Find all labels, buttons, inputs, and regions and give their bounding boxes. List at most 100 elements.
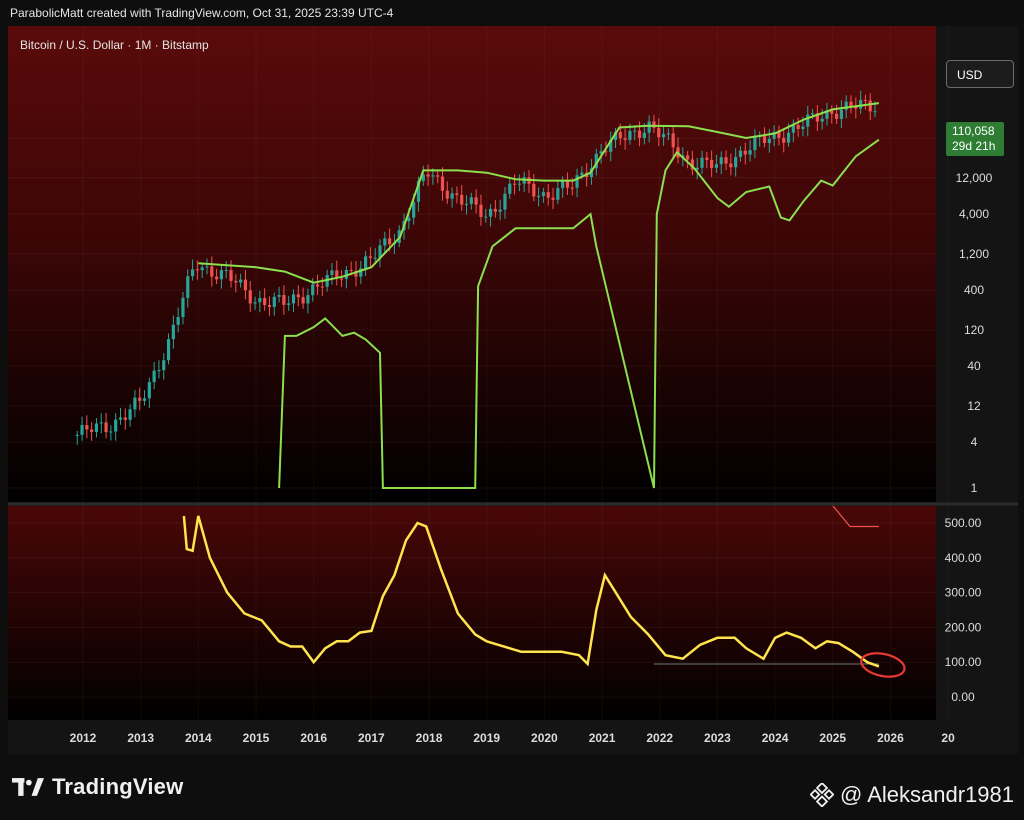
candle-body	[195, 269, 199, 271]
candle-body	[166, 339, 171, 361]
price-tick-label: 400	[964, 283, 984, 297]
tradingview-logo[interactable]: TradingView	[12, 774, 183, 800]
brand-name: TradingView	[52, 774, 184, 799]
time-axis[interactable]: 2012 2013 2014 2015 2016 2017 2018 2019 2020 2021…	[70, 731, 955, 745]
candle-body	[541, 192, 546, 196]
bar-countdown: 29d 21h	[952, 139, 996, 153]
candle-body	[85, 425, 89, 430]
candle-body	[652, 121, 656, 128]
candle-body	[484, 216, 488, 218]
oscillator-axis[interactable]: 0.00 100.00 200.00 300.00 400.00 500.00	[945, 516, 982, 704]
price-tick-label: 40	[967, 359, 981, 373]
candle-body	[296, 294, 300, 298]
candle-body	[75, 434, 79, 436]
tradingview-logo-icon	[12, 778, 44, 796]
time-tick-label: 2024	[762, 731, 789, 745]
candle-body	[234, 280, 238, 283]
candle-body	[320, 286, 324, 288]
candle-body	[330, 270, 334, 275]
candle-body	[118, 417, 123, 420]
candle-body	[181, 297, 185, 317]
candle-body	[714, 164, 719, 168]
time-tick-label: 2014	[185, 731, 212, 745]
candle-body	[263, 298, 267, 306]
time-tick-label: 2022	[646, 731, 673, 745]
candle-body	[479, 204, 483, 217]
candle-body	[445, 190, 449, 199]
candle-body	[210, 266, 214, 277]
candle-body	[243, 279, 248, 291]
time-tick-label: 2015	[243, 731, 270, 745]
candle-body	[839, 109, 843, 119]
candle-body	[859, 99, 863, 109]
candle-body	[551, 197, 555, 200]
time-tick-label: 2020	[531, 731, 558, 745]
candle-body	[147, 382, 151, 399]
time-tick-label: 2017	[358, 731, 385, 745]
candle-body	[705, 157, 709, 160]
time-tick-label: 2018	[416, 731, 443, 745]
candle-body	[224, 269, 228, 271]
attribution-text: ParabolicMatt created with TradingView.c…	[10, 6, 394, 20]
candle-body	[623, 138, 627, 140]
candle-body	[580, 172, 584, 176]
price-tick-label: 4	[971, 435, 978, 449]
candle-body	[176, 316, 180, 325]
candle-body	[782, 137, 786, 143]
chart-canvas[interactable]: 1412401204001,2004,00012,00040,000 0.001…	[8, 26, 1018, 754]
candle-body	[282, 295, 286, 305]
price-tick-label: 12,000	[956, 171, 993, 185]
time-tick-label: 2013	[127, 731, 154, 745]
candle-body	[277, 295, 281, 297]
candle-body	[267, 305, 272, 307]
candle-body	[171, 324, 175, 340]
currency-button[interactable]: USD	[946, 60, 1014, 88]
candle-body	[671, 133, 675, 148]
candle-body	[575, 175, 579, 188]
candle-body	[561, 181, 565, 189]
candle-body	[873, 111, 877, 113]
chart-frame: 1412401204001,2004,00012,00040,000 0.001…	[8, 26, 1018, 754]
candle-body	[810, 113, 815, 115]
candle-body	[474, 197, 478, 205]
candle-body	[834, 113, 839, 119]
candle-body	[123, 417, 127, 420]
candle-body	[200, 267, 204, 271]
candle-body	[642, 132, 646, 138]
candle-body	[806, 114, 810, 127]
candle-body	[493, 208, 497, 212]
candle-body	[373, 257, 377, 259]
candle-body	[215, 276, 219, 280]
candle-body	[253, 302, 257, 304]
candle-body	[753, 137, 757, 151]
candle-body	[315, 284, 320, 287]
candle-body	[863, 99, 868, 101]
candle-body	[469, 197, 473, 204]
candle-body	[190, 269, 195, 277]
candle-body	[301, 297, 305, 304]
price-axis[interactable]: 1412401204001,2004,00012,00040,000	[956, 131, 993, 495]
candle-body	[162, 360, 166, 371]
candle-body	[738, 150, 743, 157]
candle-body	[128, 409, 132, 420]
candle-body	[503, 193, 507, 210]
last-price-label: 110,058 29d 21h	[946, 122, 1004, 156]
candle-body	[546, 192, 550, 198]
candle-body	[767, 138, 771, 144]
candle-body	[450, 193, 454, 199]
price-pane-background	[8, 26, 936, 502]
candle-body	[109, 431, 113, 433]
candle-body	[114, 419, 118, 432]
candle-body	[383, 238, 387, 246]
time-tick-label: 2012	[70, 731, 97, 745]
time-tick-label: 2025	[819, 731, 846, 745]
candle-body	[205, 266, 209, 268]
candle-body	[287, 303, 291, 305]
binance-diamond-icon	[809, 783, 834, 807]
time-tick-label: 2023	[704, 731, 731, 745]
candle-body	[796, 124, 800, 129]
candle-body	[363, 256, 368, 269]
osc-tick-label: 300.00	[945, 586, 982, 600]
candle-body	[537, 195, 541, 197]
price-tick-label: 120	[964, 323, 984, 337]
